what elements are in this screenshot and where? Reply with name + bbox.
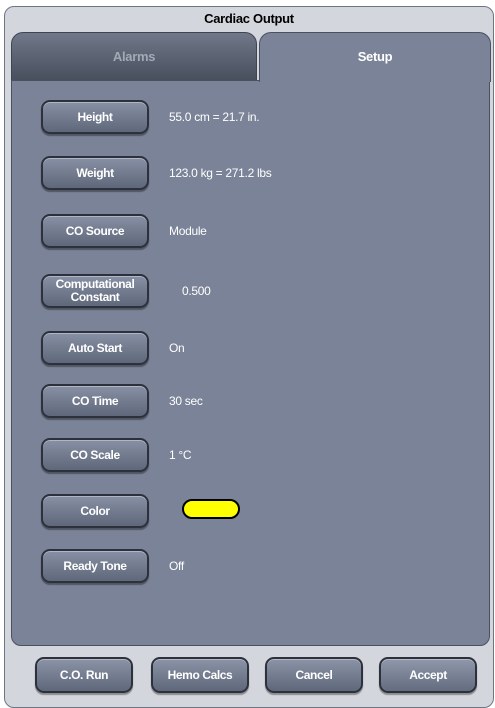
auto-start-value: On <box>169 341 185 355</box>
setting-row-co-time: CO Time 30 sec <box>12 384 489 424</box>
co-source-value: Module <box>169 224 207 238</box>
height-button[interactable]: Height <box>41 100 149 134</box>
setting-row-color: Color <box>12 494 489 534</box>
ready-tone-value: Off <box>169 559 184 573</box>
setting-row-ready-tone: Ready Tone Off <box>12 549 489 589</box>
hemo-calcs-button[interactable]: Hemo Calcs <box>151 657 249 693</box>
setting-row-co-source: CO Source Module <box>12 214 489 254</box>
cancel-button[interactable]: Cancel <box>265 657 363 693</box>
color-swatch <box>182 499 240 519</box>
computational-constant-value: 0.500 <box>182 284 211 298</box>
setting-row-auto-start: Auto Start On <box>12 331 489 371</box>
height-value: 55.0 cm = 21.7 in. <box>169 110 260 124</box>
ready-tone-button[interactable]: Ready Tone <box>41 549 149 583</box>
setting-row-co-scale: CO Scale 1 °C <box>12 438 489 478</box>
co-scale-value: 1 °C <box>169 448 192 462</box>
color-button[interactable]: Color <box>41 494 149 528</box>
setup-panel: Height 55.0 cm = 21.7 in. Weight 123.0 k… <box>11 80 490 646</box>
cardiac-output-window: Cardiac Output Alarms Setup Height 55.0 … <box>4 6 494 708</box>
setting-row-height: Height 55.0 cm = 21.7 in. <box>12 100 489 140</box>
setting-row-computational-constant: Computational Constant 0.500 <box>12 274 489 314</box>
setting-row-weight: Weight 123.0 kg = 271.2 lbs <box>12 156 489 196</box>
tab-setup[interactable]: Setup <box>259 32 491 82</box>
computational-constant-button[interactable]: Computational Constant <box>41 274 149 308</box>
co-source-button[interactable]: CO Source <box>41 214 149 248</box>
co-run-button[interactable]: C.O. Run <box>35 657 133 693</box>
auto-start-button[interactable]: Auto Start <box>41 331 149 365</box>
tab-alarms[interactable]: Alarms <box>11 32 257 82</box>
co-scale-button[interactable]: CO Scale <box>41 438 149 472</box>
accept-button[interactable]: Accept <box>379 657 477 693</box>
weight-value: 123.0 kg = 271.2 lbs <box>169 166 272 180</box>
co-time-value: 30 sec <box>169 394 203 408</box>
co-time-button[interactable]: CO Time <box>41 384 149 418</box>
window-title: Cardiac Output <box>204 11 294 26</box>
weight-button[interactable]: Weight <box>41 156 149 190</box>
